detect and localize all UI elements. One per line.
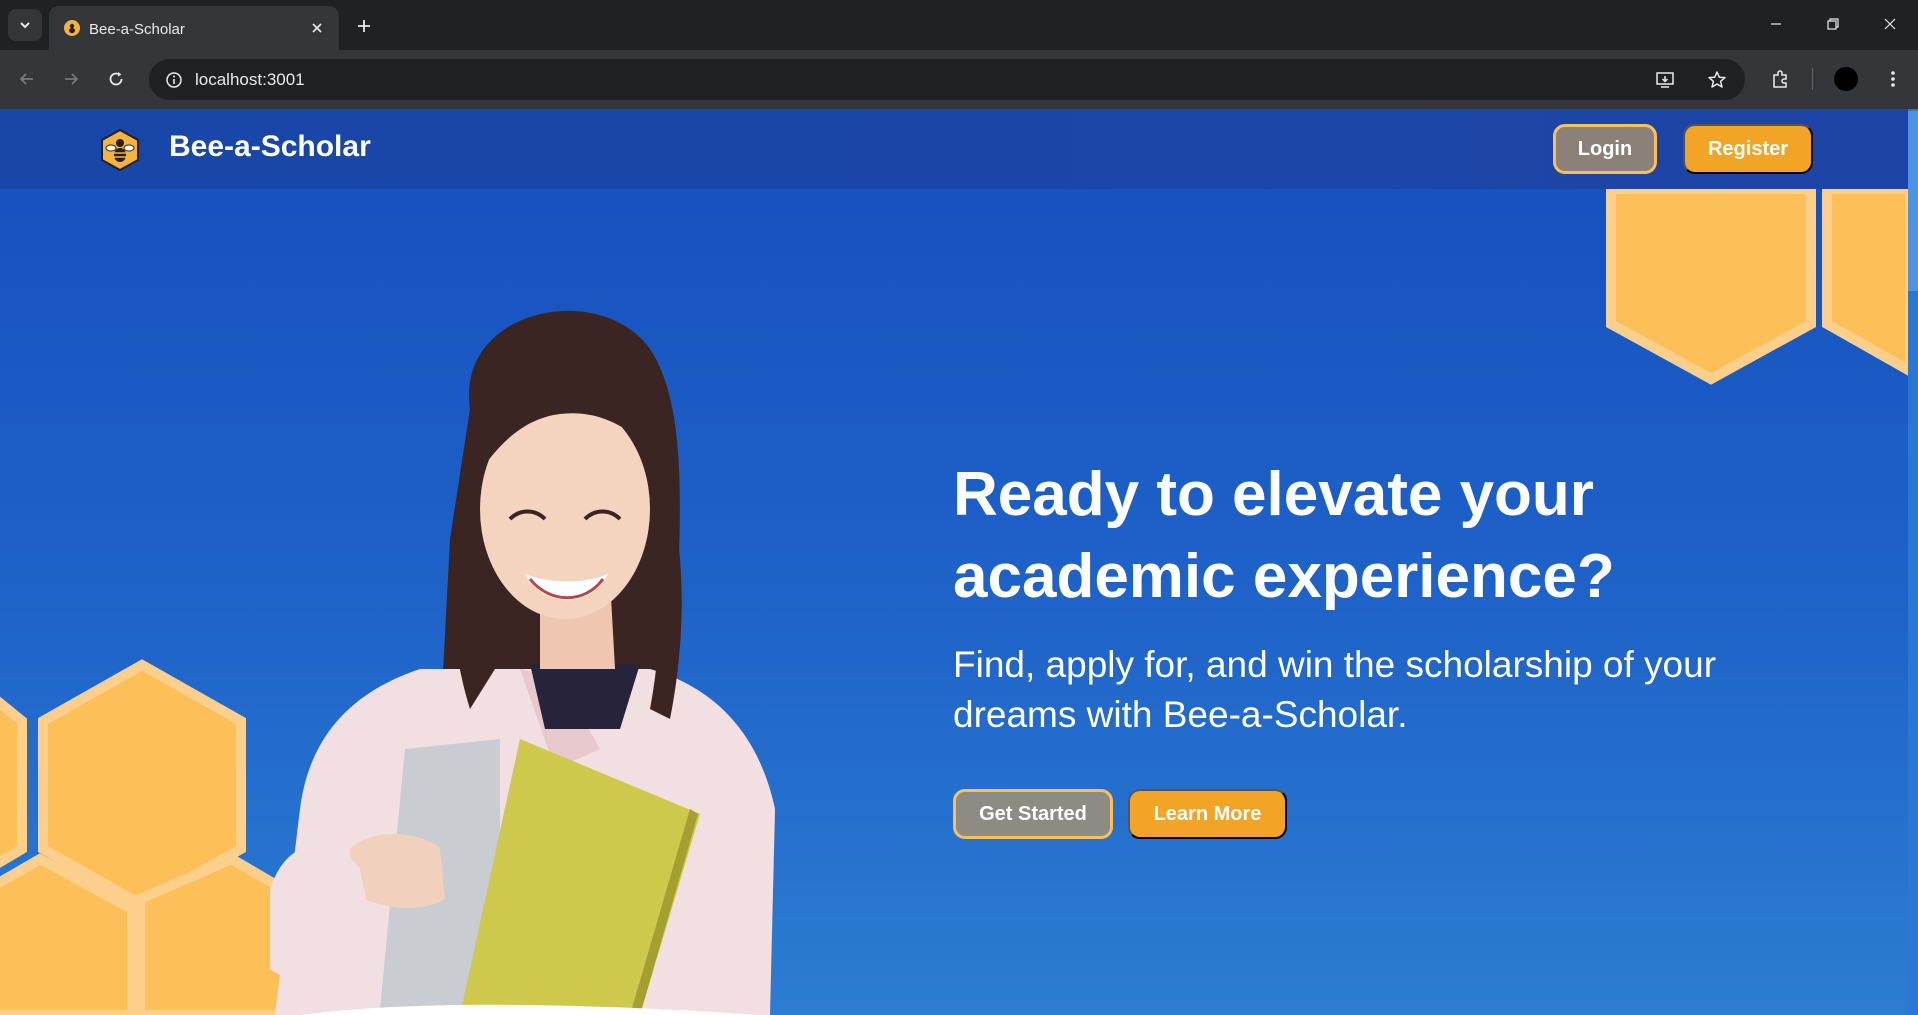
honeycomb-cell [0,696,27,868]
site-header: Bee-a-Scholar Login Register [0,109,1908,189]
hero-subtitle-line-2: dreams with Bee-a-Scholar. [953,694,1408,735]
new-tab-plus-icon[interactable] [350,12,378,40]
toolbar-separator [1812,68,1813,90]
close-window-icon[interactable] [1867,6,1913,42]
extensions-puzzle-icon[interactable] [1765,64,1795,94]
honeycomb-cell [1606,184,1816,385]
honeycomb-top-right [1606,184,1908,385]
address-bar[interactable]: localhost:3001 [149,59,1745,100]
restore-window-icon[interactable] [1810,6,1856,42]
hero-title: Ready to elevate your academic experienc… [953,454,1753,618]
browser-tabstrip: Bee-a-Scholar [0,0,1918,50]
student-photo [270,310,775,1015]
install-app-icon[interactable] [1650,65,1680,95]
brand-name[interactable]: Bee-a-Scholar [169,130,371,164]
bee-favicon-icon [64,20,80,36]
hero-title-line-1: Ready to elevate your [953,460,1594,529]
get-started-button[interactable]: Get Started [953,789,1113,839]
url-text: localhost:3001 [195,70,305,89]
hero-subtitle-line-1: Find, apply for, and win the scholarship… [953,644,1717,685]
browser-toolbar: localhost:3001 [0,50,1918,109]
honeycomb-cell [1822,184,1908,376]
honeycomb-bottom-left [0,659,305,1015]
browser-tab-active[interactable]: Bee-a-Scholar [49,6,339,50]
back-arrow-icon[interactable] [12,64,42,94]
learn-more-button[interactable]: Learn More [1128,789,1287,839]
browser-menu-icon[interactable] [1878,64,1908,94]
hero-title-line-2: academic experience? [953,542,1615,611]
register-button[interactable]: Register [1683,124,1813,174]
tab-title: Bee-a-Scholar [89,21,185,38]
bee-logo-icon[interactable] [99,129,141,171]
bookmark-star-icon[interactable] [1702,65,1732,95]
page-viewport: Bee-a-Scholar Login Register Ready to el… [0,109,1918,1015]
reload-icon[interactable] [101,64,131,94]
tab-search-chevron-icon[interactable] [8,9,42,41]
page-scrollbar-thumb[interactable] [1908,111,1918,291]
profile-avatar[interactable] [1834,67,1858,91]
site-info-icon[interactable] [159,65,189,95]
close-tab-icon[interactable] [305,16,329,40]
forward-arrow-icon[interactable] [56,64,86,94]
hero-subtitle: Find, apply for, and win the scholarship… [953,640,1773,740]
minimize-window-icon[interactable] [1753,6,1799,42]
login-button[interactable]: Login [1553,124,1657,174]
